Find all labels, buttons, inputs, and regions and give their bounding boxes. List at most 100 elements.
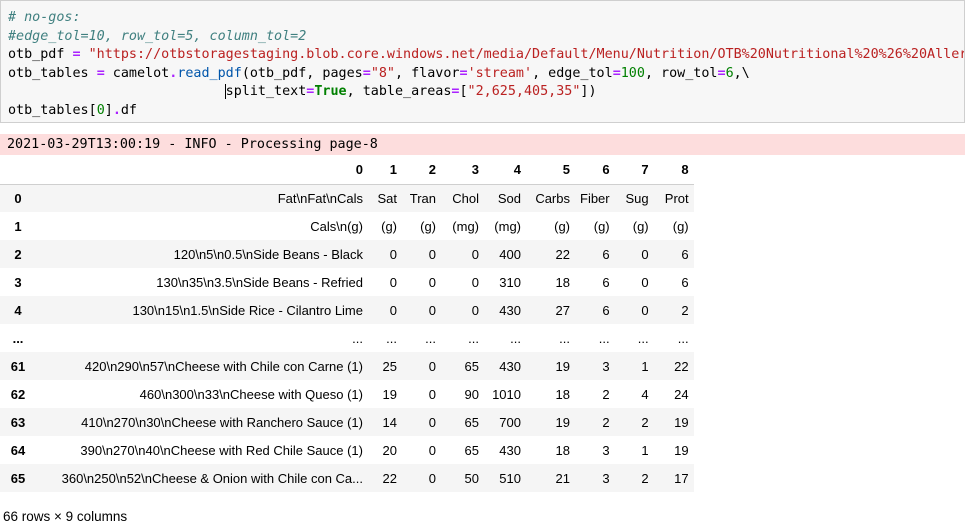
column-header: 4	[513, 162, 521, 178]
table-cell: 3	[602, 358, 610, 374]
table-cell: 0	[428, 274, 436, 290]
stderr-output: 2021-03-29T13:00:19 - INFO - Processing …	[0, 134, 965, 155]
code-token: otb_tables[	[8, 102, 97, 118]
code-token: [	[459, 84, 468, 99]
column-header: 2	[428, 162, 436, 178]
code-operator: =	[72, 47, 81, 62]
code-token: otb_tables	[8, 65, 97, 81]
table-cell: 1	[641, 358, 649, 374]
table-cell: 50	[464, 470, 479, 486]
table-row: 61 420\n290\n57\nCheese with Chile con Ca…	[0, 352, 694, 380]
table-cell: (g)	[554, 218, 570, 234]
table-row: 2 120\n5\n0.5\nSide Beans - Black 0 0 0 400 22…	[0, 240, 694, 268]
column-header: 0	[355, 162, 363, 178]
table-cell: 0	[641, 274, 649, 290]
dataframe-table: 0 1 2 3 4 5 6 7 8 0 Fat\nFat\nCals Sat Tran Chol Sod C…	[0, 156, 694, 492]
table-cell: 0	[428, 358, 436, 374]
code-keyword: True	[314, 84, 347, 99]
table-cell: 65	[464, 414, 479, 430]
row-index: 63	[10, 414, 26, 430]
code-number: 100	[620, 65, 645, 81]
table-cell: 22	[382, 470, 397, 486]
code-token: ,\	[733, 65, 750, 81]
table-cell: 18	[555, 442, 570, 458]
column-header: 7	[641, 162, 649, 178]
table-cell: (mg)	[452, 218, 479, 234]
table-cell: 360\n250\n52\nCheese & Onion with Chile …	[61, 470, 363, 486]
table-cell: 25	[382, 358, 397, 374]
table-row: 4 130\n15\n1.5\nSide Rice - Cilantro Lime…	[0, 296, 694, 324]
table-cell: 0	[389, 246, 397, 262]
table-cell: 6	[602, 274, 610, 290]
code-cell[interactable]: # no-gos: #edge_tol=10, row_tol=5, colum…	[0, 0, 965, 123]
table-cell: 1	[641, 442, 649, 458]
table-body: 0 Fat\nFat\nCals Sat Tran Chol Sod Carbs Fiber S…	[0, 184, 694, 492]
table-cell: 0	[641, 302, 649, 318]
table-row: 65 360\n250\n52\nCheese & Onion with Chil…	[0, 464, 694, 492]
table-cell: 510	[499, 470, 521, 486]
table-cell: 0	[389, 274, 397, 290]
code-function: read_pdf	[177, 65, 242, 81]
table-cell: Cals\n(g)	[310, 218, 363, 234]
table-cell: 1010	[492, 386, 521, 402]
table-cell: 18	[555, 274, 570, 290]
table-row: 62 460\n300\n33\nCheese with Queso (1) 19 0…	[0, 380, 694, 408]
table-cell: 3	[602, 470, 610, 486]
table-cell: Carbs	[535, 190, 570, 206]
table-cell: 310	[499, 274, 521, 290]
code-operator: =	[717, 65, 726, 81]
table-cell: 19	[674, 414, 689, 430]
table-cell: ...	[510, 330, 521, 346]
table-cell: 460\n300\n33\nCheese with Queso (1)	[139, 386, 363, 402]
table-cell: Sug	[625, 190, 649, 206]
table-cell: ...	[637, 330, 649, 346]
code-token: otb_pdf	[8, 47, 73, 62]
table-row: 1 Cals\n(g) (g) (g) (mg) (mg) (g) (g) (g) (g)	[0, 212, 694, 240]
table-header: 0 1 2 3 4 5 6 7 8	[0, 156, 694, 184]
table-row: 63 410\n270\n30\nCheese with Ranchero Sau…	[0, 408, 694, 436]
index-header	[0, 156, 36, 184]
table-cell: Sod	[497, 190, 521, 206]
table-cell: 24	[674, 386, 689, 402]
code-token: camelot	[104, 65, 170, 81]
table-cell: 0	[641, 246, 649, 262]
table-cell: 0	[471, 302, 479, 318]
dataframe-shape: 66 rows × 9 columns	[3, 509, 128, 524]
table-row: ..............................	[0, 324, 694, 352]
table-cell: ...	[677, 330, 689, 346]
table-cell: 130\n15\n1.5\nSide Rice - Cilantro Lime	[132, 302, 363, 318]
table-cell: 14	[382, 414, 397, 430]
table-cell: ...	[559, 330, 570, 346]
table-cell: 0	[389, 302, 397, 318]
table-cell: 19	[382, 386, 397, 402]
table-cell: 65	[464, 442, 479, 458]
table-cell: 65	[464, 358, 479, 374]
table-cell: (g)	[672, 218, 689, 234]
code-number: 6	[725, 65, 734, 81]
table-cell: 18	[555, 386, 570, 402]
row-index: 2	[14, 246, 22, 262]
code-operator: =	[612, 65, 621, 81]
code-number: 0	[96, 102, 105, 118]
row-index: 64	[10, 442, 26, 458]
table-cell: ...	[598, 330, 610, 346]
code-string: "https://otbstoragestaging.blob.core.win…	[88, 47, 965, 62]
code-editor[interactable]: # no-gos: #edge_tol=10, row_tol=5, colum…	[8, 9, 965, 120]
table-cell: 430	[499, 442, 521, 458]
code-comment-line: #edge_tol=10, row_tol=5, column_tol=2	[8, 28, 307, 44]
table-cell: ...	[386, 330, 397, 346]
table-cell: 21	[555, 470, 570, 486]
table-cell: 420\n290\n57\nCheese with Chile con Carn…	[84, 358, 363, 374]
table-cell: 19	[555, 414, 570, 430]
table-cell: 6	[681, 274, 689, 290]
code-operator: .	[112, 102, 121, 118]
column-header: 6	[602, 162, 610, 178]
table-cell: 27	[555, 302, 570, 318]
table-row: 64 390\n270\n40\nCheese with Red Chile Sa…	[0, 436, 694, 464]
column-header: 5	[562, 162, 570, 178]
table-cell: Tran	[409, 190, 436, 206]
table-cell: (mg)	[494, 218, 521, 234]
table-cell: 430	[499, 302, 521, 318]
table-cell: 0	[428, 386, 436, 402]
